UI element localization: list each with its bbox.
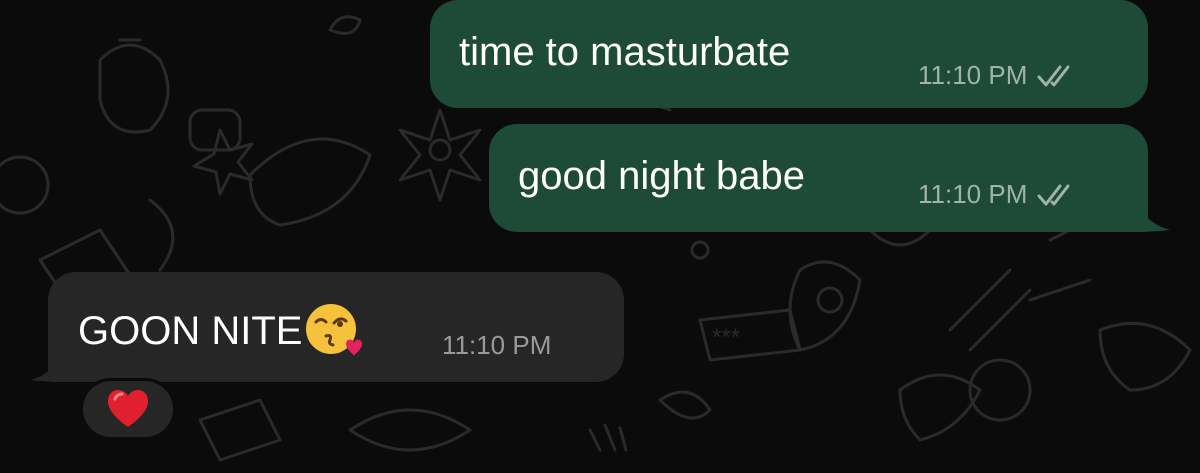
double-check-icon bbox=[1037, 65, 1070, 86]
message-text: GOON NITE bbox=[78, 304, 363, 358]
outgoing-message-bubble[interactable]: time to masturbate 11:10 PM bbox=[430, 0, 1148, 108]
incoming-message-bubble[interactable]: GOON NITE 11:10 PM bbox=[48, 272, 624, 382]
message-time: 11:10 PM bbox=[918, 60, 1028, 90]
kiss-face-emoji bbox=[306, 304, 363, 356]
message-time: 11:10 PM bbox=[918, 179, 1028, 209]
message-text-content: GOON NITE bbox=[78, 308, 303, 353]
message-text: time to masturbate bbox=[459, 30, 791, 74]
bubble-tail bbox=[1136, 200, 1170, 232]
message-meta: 11:10 PM bbox=[442, 330, 551, 361]
message-time: 11:10 PM bbox=[442, 330, 552, 360]
message-reaction[interactable] bbox=[80, 378, 176, 440]
message-meta: 11:10 PM bbox=[918, 179, 1075, 210]
svg-text:***: *** bbox=[712, 324, 740, 351]
bubble-tail bbox=[30, 350, 64, 382]
message-meta: 11:10 PM bbox=[918, 60, 1075, 91]
red-heart-icon bbox=[108, 390, 148, 427]
double-check-icon bbox=[1037, 184, 1070, 205]
message-text: good night babe bbox=[518, 154, 805, 198]
outgoing-message-bubble[interactable]: good night babe 11:10 PM bbox=[489, 124, 1148, 232]
